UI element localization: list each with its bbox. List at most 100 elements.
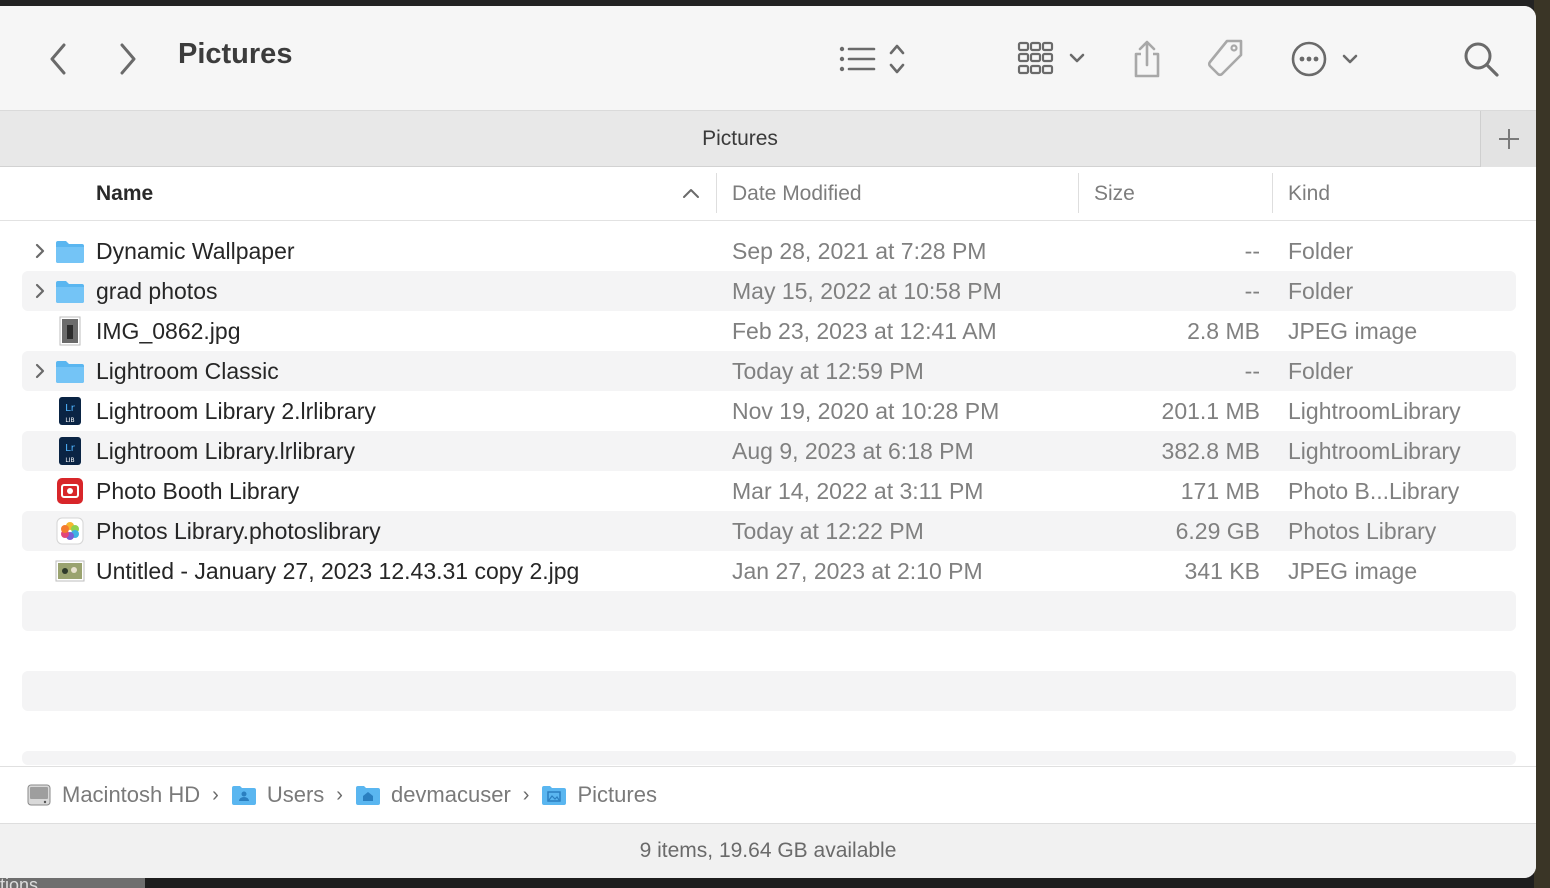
- view-options-button[interactable]: [834, 38, 914, 80]
- home-folder-icon: [355, 786, 380, 805]
- column-kind-header[interactable]: Kind: [1288, 167, 1330, 221]
- hard-drive-icon: [27, 784, 51, 806]
- back-button[interactable]: [40, 39, 76, 79]
- svg-text:LIB: LIB: [65, 457, 74, 464]
- column-header: Name Date Modified Size Kind: [0, 167, 1536, 221]
- image-thumbnail-icon: [55, 560, 85, 582]
- file-date: Today at 12:22 PM: [732, 517, 924, 544]
- desktop-background-right: [1534, 0, 1550, 888]
- tag-button[interactable]: [1202, 36, 1248, 82]
- empty-row: [22, 591, 1516, 631]
- file-row[interactable]: grad photos May 15, 2022 at 10:58 PM -- …: [22, 271, 1516, 311]
- group-button[interactable]: [1012, 38, 1092, 80]
- column-name-header[interactable]: Name: [96, 167, 153, 221]
- path-item-macintosh-hd[interactable]: Macintosh HD: [26, 782, 200, 808]
- path-item-label: Users: [266, 782, 325, 807]
- file-date: Nov 19, 2020 at 10:28 PM: [732, 397, 1000, 424]
- folder-icon: [56, 281, 84, 303]
- file-row[interactable]: Photos Library.photoslibrary Today at 12…: [22, 511, 1516, 551]
- svg-text:Lr: Lr: [65, 443, 76, 454]
- file-row[interactable]: Lightroom Classic Today at 12:59 PM -- F…: [22, 351, 1516, 391]
- chevron-left-icon: [50, 43, 66, 75]
- folder-icon: [56, 241, 84, 263]
- sort-ascending-icon[interactable]: [682, 187, 700, 199]
- finder-window: Pictures Pictures Name Date Modified Siz…: [0, 6, 1536, 878]
- file-kind: LightroomLibrary: [1288, 397, 1461, 424]
- file-name: Dynamic Wallpaper: [96, 237, 295, 264]
- empty-row: [22, 751, 1516, 765]
- file-row[interactable]: Photo Booth Library Mar 14, 2022 at 3:11…: [22, 471, 1516, 511]
- ellipsis-circle-icon: [1291, 41, 1358, 77]
- file-name: Photo Booth Library: [96, 477, 300, 504]
- path-item-devmacuser[interactable]: devmacuser: [355, 782, 511, 808]
- column-date-header[interactable]: Date Modified: [732, 167, 862, 221]
- column-size-header[interactable]: Size: [1094, 167, 1135, 221]
- list-view-icon: [839, 44, 905, 74]
- file-date: Jan 27, 2023 at 2:10 PM: [732, 557, 983, 584]
- file-row[interactable]: IMG_0862.jpg Feb 23, 2023 at 12:41 AM 2.…: [22, 311, 1516, 351]
- new-tab-button[interactable]: [1480, 111, 1536, 167]
- share-button[interactable]: [1126, 36, 1168, 82]
- file-kind: Photos Library: [1288, 517, 1437, 544]
- photo-booth-icon: [57, 478, 83, 504]
- path-item-label: Macintosh HD: [62, 782, 201, 807]
- photos-library-icon: [56, 517, 84, 545]
- column-divider[interactable]: [716, 173, 717, 213]
- file-date: May 15, 2022 at 10:58 PM: [732, 277, 1002, 304]
- file-size: 201.1 MB: [1161, 397, 1260, 424]
- file-name: Photos Library.photoslibrary: [96, 517, 381, 544]
- file-row[interactable]: Lr LIB Lightroom Library.lrlibrary Aug 9,…: [22, 431, 1516, 471]
- disclosure-triangle-icon[interactable]: [30, 361, 50, 381]
- more-actions-button[interactable]: [1288, 38, 1364, 80]
- file-kind: Folder: [1288, 277, 1354, 304]
- toolbar: Pictures: [0, 6, 1536, 110]
- disclosure-triangle-icon[interactable]: [30, 281, 50, 301]
- path-chevron-icon: ›: [212, 783, 219, 806]
- file-date: Feb 23, 2023 at 12:41 AM: [732, 317, 997, 344]
- path-item-label: devmacuser: [390, 782, 511, 807]
- file-name: Lightroom Library.lrlibrary: [96, 437, 356, 464]
- tag-icon: [1207, 39, 1243, 77]
- file-kind: Folder: [1288, 357, 1354, 384]
- path-item-users[interactable]: Users: [231, 782, 324, 808]
- file-row[interactable]: Untitled - January 27, 2023 12.43.31 cop…: [22, 551, 1516, 591]
- file-size: --: [1244, 237, 1260, 264]
- file-name: Untitled - January 27, 2023 12.43.31 cop…: [96, 557, 580, 584]
- lightroom-library-icon: Lr LIB: [59, 397, 81, 425]
- path-bar: Macintosh HD › Users › devmacuser › Pict…: [0, 766, 1536, 823]
- path-item-pictures[interactable]: Pictures: [541, 782, 657, 808]
- column-divider[interactable]: [1078, 173, 1079, 213]
- chevron-right-icon: [120, 43, 136, 75]
- column-divider[interactable]: [1272, 173, 1273, 213]
- file-kind: JPEG image: [1288, 557, 1418, 584]
- search-button[interactable]: [1458, 38, 1504, 80]
- file-size: 2.8 MB: [1187, 317, 1260, 344]
- disclosure-triangle-icon[interactable]: [30, 241, 50, 261]
- file-row[interactable]: Lr LIB Lightroom Library 2.lrlibrary Nov …: [22, 391, 1516, 431]
- svg-text:LIB: LIB: [65, 417, 74, 424]
- file-size: 6.29 GB: [1175, 517, 1260, 544]
- share-icon: [1134, 40, 1160, 78]
- file-date: Mar 14, 2022 at 3:11 PM: [732, 477, 984, 504]
- file-size: --: [1244, 277, 1260, 304]
- file-date: Aug 9, 2023 at 6:18 PM: [732, 437, 974, 464]
- file-size: --: [1244, 357, 1260, 384]
- file-kind: Folder: [1288, 237, 1354, 264]
- jpeg-thumbnail-icon: [59, 316, 81, 346]
- path-chevron-icon: ›: [336, 783, 343, 806]
- file-date: Today at 12:59 PM: [732, 357, 924, 384]
- file-date: Sep 28, 2021 at 7:28 PM: [732, 237, 987, 264]
- file-row[interactable]: Dynamic Wallpaper Sep 28, 2021 at 7:28 P…: [22, 231, 1516, 271]
- search-icon: [1464, 42, 1499, 77]
- tab-bar: Pictures: [0, 110, 1536, 167]
- svg-text:Lr: Lr: [65, 403, 76, 414]
- file-name: Lightroom Library 2.lrlibrary: [96, 397, 376, 424]
- file-kind: LightroomLibrary: [1288, 437, 1461, 464]
- file-name: grad photos: [96, 277, 218, 304]
- status-bar: 9 items, 19.64 GB available: [0, 823, 1536, 878]
- file-kind: JPEG image: [1288, 317, 1418, 344]
- grid-group-icon: [1017, 41, 1085, 75]
- forward-button[interactable]: [110, 39, 146, 79]
- tab-pictures[interactable]: Pictures: [0, 111, 1480, 167]
- pictures-folder-icon: [542, 786, 567, 805]
